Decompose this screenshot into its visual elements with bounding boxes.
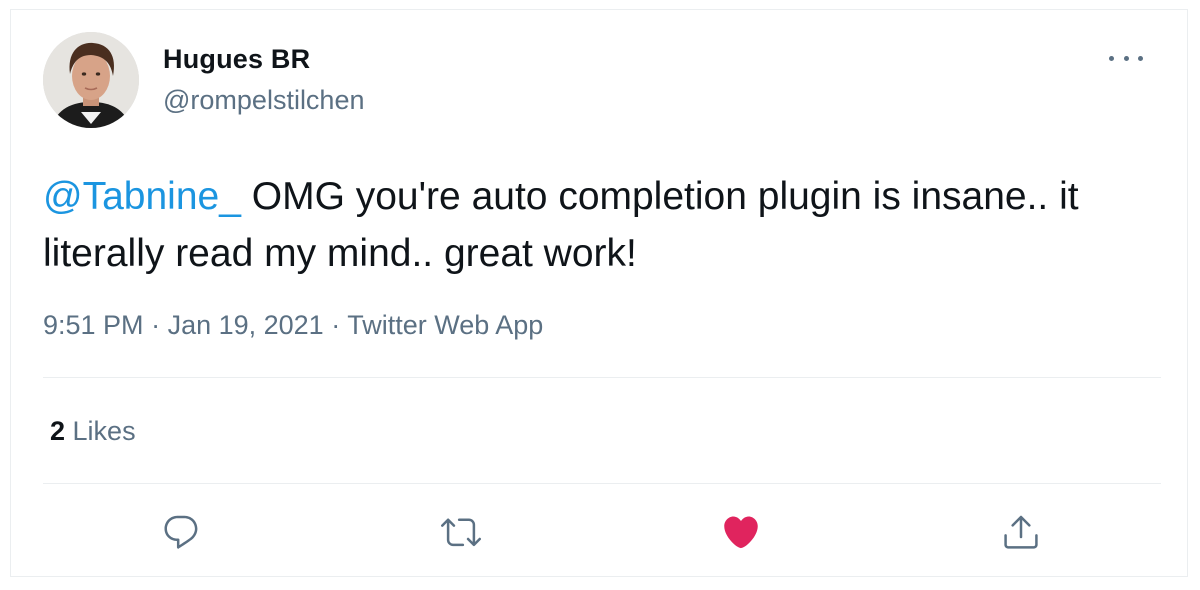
avatar[interactable] [43,32,139,128]
tweet-meta: 9:51 PM · Jan 19, 2021 · Twitter Web App [43,310,543,341]
tweet-date[interactable]: Jan 19, 2021 [168,310,324,340]
retweet-icon [441,518,481,547]
avatar-image [43,32,139,128]
like-button[interactable] [719,510,763,554]
reply-button[interactable] [159,510,203,554]
tweet-card: Hugues BR @rompelstilchen @Tabnine_ OMG … [10,9,1188,577]
share-icon [1004,515,1038,549]
meta-separator: · [143,310,168,340]
likes-count: 2 [50,416,66,446]
tweet-time[interactable]: 9:51 PM [43,310,144,340]
tweet-text: @Tabnine_ OMG you're auto completion plu… [43,168,1143,282]
divider [43,483,1161,484]
tweet-source[interactable]: Twitter Web App [347,310,543,340]
author-handle[interactable]: @rompelstilchen [163,85,365,116]
more-dot [1123,55,1129,61]
retweet-button[interactable] [439,510,483,554]
heart-icon [724,516,758,549]
reply-icon [164,515,198,549]
more-icon[interactable] [1109,50,1143,66]
more-dot [1109,55,1114,61]
likes-label: Likes [65,416,136,446]
author-display-name[interactable]: Hugues BR [163,44,310,75]
likes-stat[interactable]: 2 Likes [50,416,136,447]
meta-separator: · [323,310,348,340]
mention-link[interactable]: @Tabnine_ [43,175,241,218]
share-button[interactable] [999,510,1043,554]
more-dot [1138,55,1143,61]
divider [43,377,1161,378]
